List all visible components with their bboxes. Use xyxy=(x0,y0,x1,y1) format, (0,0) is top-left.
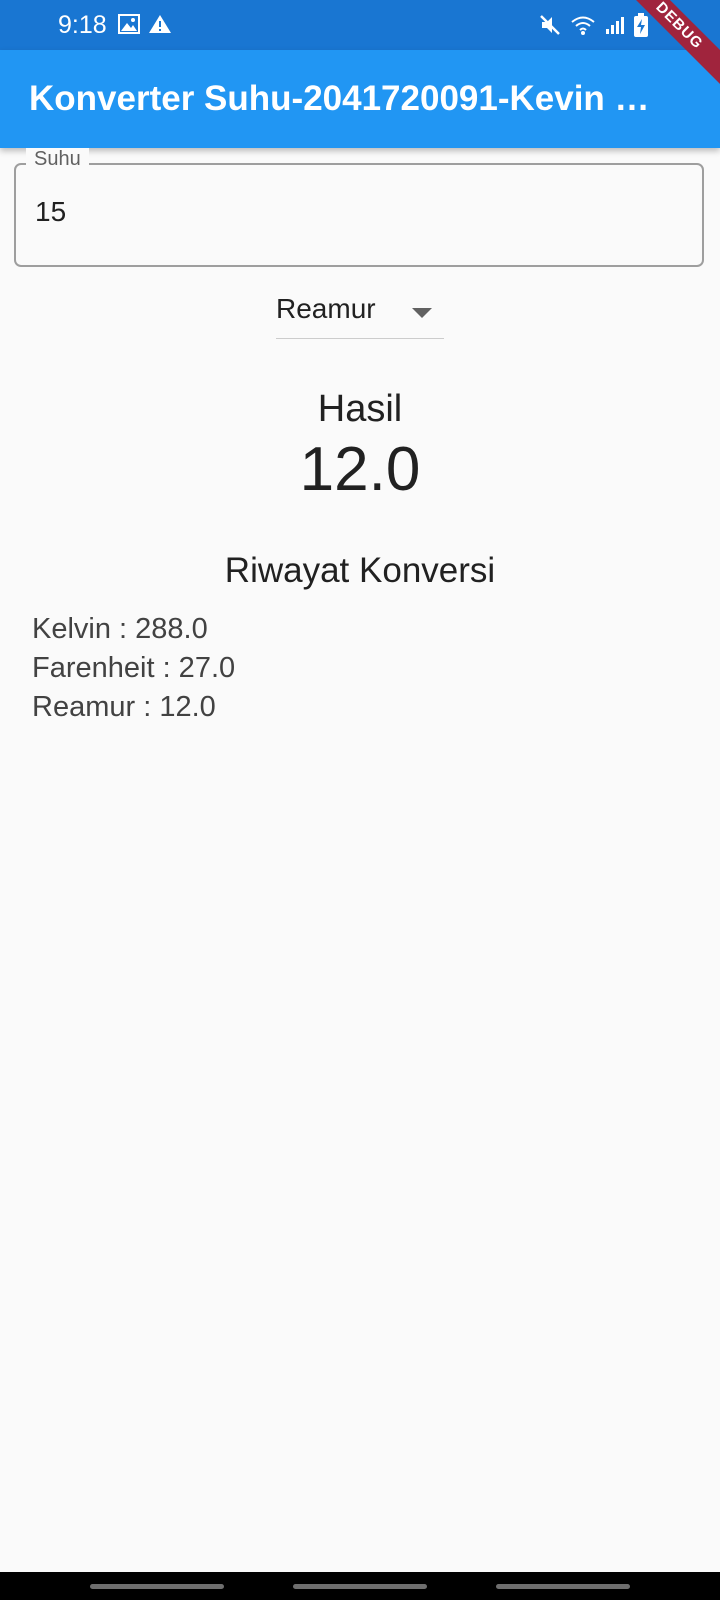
nav-handle[interactable] xyxy=(293,1584,427,1589)
status-time: 9:18 xyxy=(58,11,107,39)
suhu-input[interactable] xyxy=(14,163,704,267)
nav-handle[interactable] xyxy=(496,1584,630,1589)
suhu-input-value[interactable]: 15 xyxy=(35,196,66,228)
status-bar: 9:18 xyxy=(0,0,720,50)
wifi-icon xyxy=(570,14,596,41)
unit-dropdown[interactable]: Reamur xyxy=(276,287,444,339)
signal-icon xyxy=(605,15,625,40)
image-icon xyxy=(118,14,140,39)
app-bar: Konverter Suhu-2041720091-Kevin … xyxy=(0,50,720,148)
suhu-input-label: Suhu xyxy=(26,148,89,171)
history-item: Kelvin : 288.0 xyxy=(32,613,208,645)
history-list: Kelvin : 288.0 Farenheit : 27.0 Reamur :… xyxy=(32,610,235,727)
result-label: Hasil xyxy=(317,388,403,430)
navigation-bar xyxy=(0,1572,720,1600)
warning-icon xyxy=(148,14,172,39)
history-item: Reamur : 12.0 xyxy=(32,691,216,723)
result-value: 12.0 xyxy=(299,435,421,504)
nav-handle[interactable] xyxy=(90,1584,224,1589)
unit-dropdown-value: Reamur xyxy=(276,293,376,324)
mute-icon xyxy=(539,14,561,41)
history-title: Riwayat Konversi xyxy=(224,551,496,590)
app-title: Konverter Suhu-2041720091-Kevin … xyxy=(29,79,650,118)
history-item: Farenheit : 27.0 xyxy=(32,652,236,684)
dropdown-arrow-icon xyxy=(412,307,432,325)
battery-charging-icon xyxy=(634,13,648,42)
